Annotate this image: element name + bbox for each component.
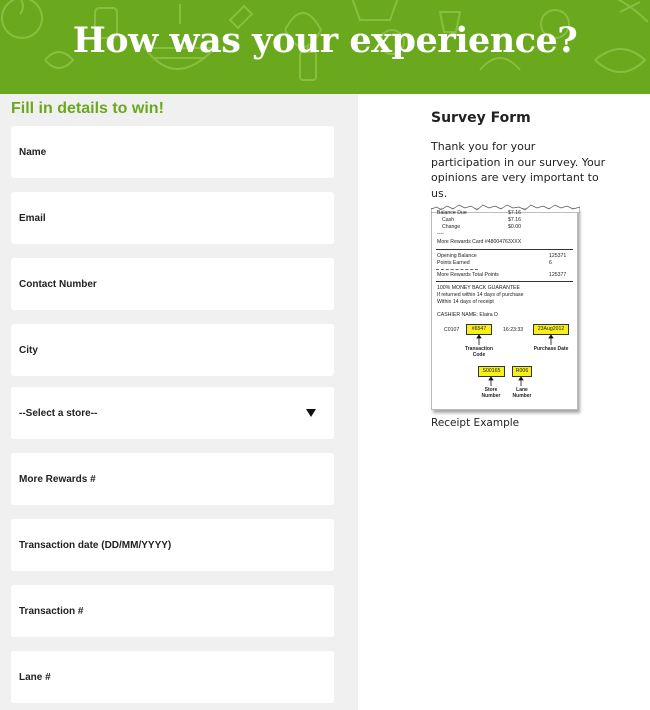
city-field[interactable] — [11, 324, 334, 376]
transaction-date-field[interactable] — [11, 519, 334, 571]
contact-number-input[interactable] — [19, 278, 334, 290]
receipt-label-store-number: Number — [481, 393, 501, 399]
receipt-label-code: Code — [472, 352, 486, 358]
receipt-label-purchase-date: Purchase Date — [533, 346, 569, 352]
survey-form-panel: Fill in details to win! --Select a store… — [0, 94, 358, 710]
name-input[interactable] — [19, 146, 334, 158]
more-rewards-field[interactable] — [11, 453, 334, 505]
survey-title: Survey Form — [431, 110, 531, 126]
survey-description: Thank you for your participation in our … — [431, 140, 606, 200]
receipt-store-number: S00165 — [478, 366, 505, 377]
lane-number-field[interactable] — [11, 651, 334, 703]
email-input[interactable] — [19, 212, 334, 224]
receipt-label-lane-number: Number — [512, 393, 532, 399]
more-rewards-input[interactable] — [19, 473, 334, 485]
transaction-date-input[interactable] — [19, 539, 334, 551]
store-select-value: --Select a store-- — [19, 407, 98, 419]
lane-number-input[interactable] — [19, 671, 334, 683]
email-field[interactable] — [11, 192, 334, 244]
city-input[interactable] — [19, 344, 334, 356]
header-banner: How was your experience? — [0, 0, 650, 94]
contact-number-field[interactable] — [11, 258, 334, 310]
store-select[interactable]: --Select a store-- — [11, 387, 334, 439]
receipt-example-image: Balance Due $7.16 Cash $7.16 Change $0.0… — [431, 204, 580, 410]
transaction-number-field[interactable] — [11, 585, 334, 637]
page-title: How was your experience? — [72, 20, 578, 61]
transaction-number-input[interactable] — [19, 605, 334, 617]
name-field[interactable] — [11, 126, 334, 178]
receipt-caption: Receipt Example — [431, 417, 520, 429]
receipt-arrows — [476, 334, 554, 386]
receipt-lane-number: R006 — [512, 366, 532, 377]
survey-info-panel: Survey Form Thank you for your participa… — [358, 94, 650, 710]
form-heading: Fill in details to win! — [11, 100, 164, 117]
dropdown-arrow-icon[interactable] — [306, 409, 316, 417]
